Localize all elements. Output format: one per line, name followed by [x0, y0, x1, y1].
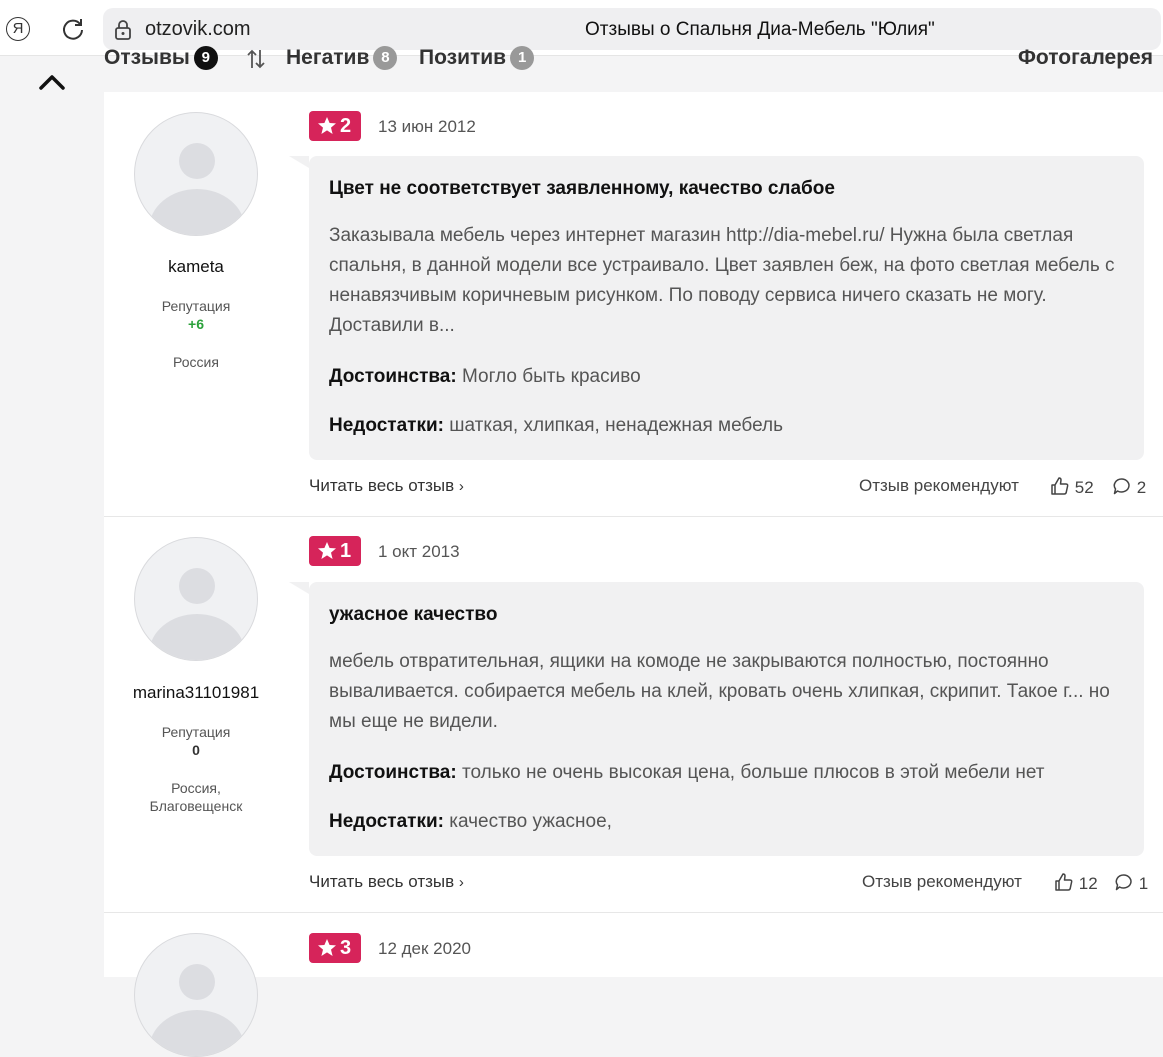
- likes-count: 12: [1078, 874, 1098, 893]
- review-date: 13 июн 2012: [378, 117, 476, 136]
- review-title[interactable]: Цвет не соответствует заявленному, качес…: [329, 178, 835, 200]
- cons-text: качество ужасное,: [449, 811, 612, 832]
- reputation-value: +6: [188, 316, 204, 332]
- review-filters: Отзывы 9 Негатив 8 Позитив 1 Фотогалерея: [0, 42, 1163, 72]
- tab-reviews-label: Отзывы: [104, 46, 190, 69]
- tab-negative[interactable]: Негатив 8: [286, 46, 398, 70]
- rating-value: 3: [340, 937, 352, 959]
- comment-icon: [1115, 874, 1132, 891]
- cons-label: Недостатки:: [329, 415, 444, 436]
- review-cons: Недостатки: шаткая, хлипкая, ненадежная …: [329, 415, 783, 437]
- review-date: 1 окт 2013: [378, 542, 460, 561]
- like-button[interactable]: 12: [1054, 872, 1098, 894]
- reputation-label: Репутация: [161, 298, 231, 314]
- review-content: Цвет не соответствует заявленному, качес…: [289, 156, 1144, 460]
- tab-reviews[interactable]: Отзывы 9: [104, 46, 218, 70]
- user-location-city: Благовещенск: [149, 798, 243, 814]
- user-location: Россия,: [171, 780, 221, 796]
- recommend-label: Отзыв рекомендуют: [859, 476, 1019, 495]
- reload-icon[interactable]: [60, 16, 86, 42]
- thumbs-up-icon: [1051, 477, 1069, 495]
- thumbs-up-icon: [1055, 873, 1073, 891]
- username[interactable]: kameta: [104, 257, 288, 277]
- avatar[interactable]: [134, 537, 258, 661]
- tab-gallery[interactable]: Фотогалерея: [1018, 46, 1153, 70]
- tab-negative-label: Негатив: [286, 46, 370, 69]
- comment-icon: [1113, 478, 1130, 495]
- review-cons: Недостатки: качество ужасное,: [329, 811, 612, 833]
- reputation-value: 0: [192, 742, 200, 758]
- positive-count-badge: 1: [510, 46, 535, 70]
- reputation-label: Репутация: [161, 724, 231, 740]
- read-more-label: Читать весь отзыв: [309, 476, 455, 495]
- review-card: 3 12 дек 2020: [104, 913, 1163, 1057]
- pros-label: Достоинства:: [329, 762, 457, 783]
- cons-text: шаткая, хлипкая, ненадежная мебель: [449, 415, 784, 436]
- star-icon: [318, 542, 336, 559]
- avatar[interactable]: [134, 112, 258, 236]
- lock-icon: [115, 20, 131, 40]
- page-title: Отзывы о Спальня Диа-Мебель "Юлия": [585, 19, 935, 40]
- review-card: kameta Репутация +6 Россия 2 13 июн 2012…: [104, 92, 1163, 517]
- review-text: мебель отвратительная, ящики на комоде н…: [329, 651, 1110, 732]
- rating-value: 1: [340, 540, 352, 562]
- review-pros: Достоинства: только не очень высокая цен…: [329, 762, 1044, 784]
- likes-count: 52: [1074, 478, 1094, 497]
- review-content: ужасное качество мебель отвратительная, …: [289, 582, 1144, 856]
- avatar[interactable]: [134, 933, 258, 1057]
- chevron-right-icon: ›: [458, 478, 464, 495]
- rating-badge: 1: [309, 536, 361, 566]
- comments-button[interactable]: 1: [1114, 872, 1148, 894]
- rating-badge: 2: [309, 111, 361, 141]
- comments-count: 1: [1138, 874, 1149, 893]
- review-card: marina31101981 Репутация 0 Россия, Благо…: [104, 517, 1163, 913]
- tab-positive-label: Позитив: [419, 46, 507, 69]
- sort-icon[interactable]: [246, 48, 266, 70]
- review-date: 12 дек 2020: [378, 939, 471, 958]
- star-icon: [318, 117, 336, 134]
- reviews-count-badge: 9: [193, 46, 218, 70]
- comments-count: 2: [1136, 478, 1147, 497]
- pros-text: только не очень высокая цена, больше плю…: [461, 762, 1045, 783]
- user-location: Россия: [173, 354, 219, 370]
- read-more-link[interactable]: Читать весь отзыв ›: [309, 872, 464, 892]
- username[interactable]: marina31101981: [104, 683, 288, 703]
- chevron-right-icon: ›: [458, 874, 464, 891]
- chevron-up-icon[interactable]: [38, 72, 66, 92]
- rating-value: 2: [340, 115, 352, 137]
- read-more-link[interactable]: Читать весь отзыв ›: [309, 476, 464, 496]
- review-text: Заказывала мебель через интернет магазин…: [329, 225, 1115, 336]
- recommend-label: Отзыв рекомендуют: [862, 872, 1022, 891]
- read-more-label: Читать весь отзыв: [309, 872, 455, 891]
- tab-positive[interactable]: Позитив 1: [419, 46, 535, 70]
- pros-text: Могло быть красиво: [461, 366, 641, 387]
- review-pros: Достоинства: Могло быть красиво: [329, 366, 641, 388]
- review-title[interactable]: ужасное качество: [329, 604, 497, 626]
- negative-count-badge: 8: [373, 46, 398, 70]
- rating-badge: 3: [309, 933, 361, 963]
- like-button[interactable]: 52: [1050, 476, 1094, 498]
- comments-button[interactable]: 2: [1112, 476, 1146, 498]
- cons-label: Недостатки:: [329, 811, 444, 832]
- yandex-logo-icon[interactable]: Я: [6, 17, 30, 41]
- pros-label: Достоинства:: [329, 366, 457, 387]
- star-icon: [318, 939, 336, 956]
- url-domain: otzovik.com: [145, 18, 251, 40]
